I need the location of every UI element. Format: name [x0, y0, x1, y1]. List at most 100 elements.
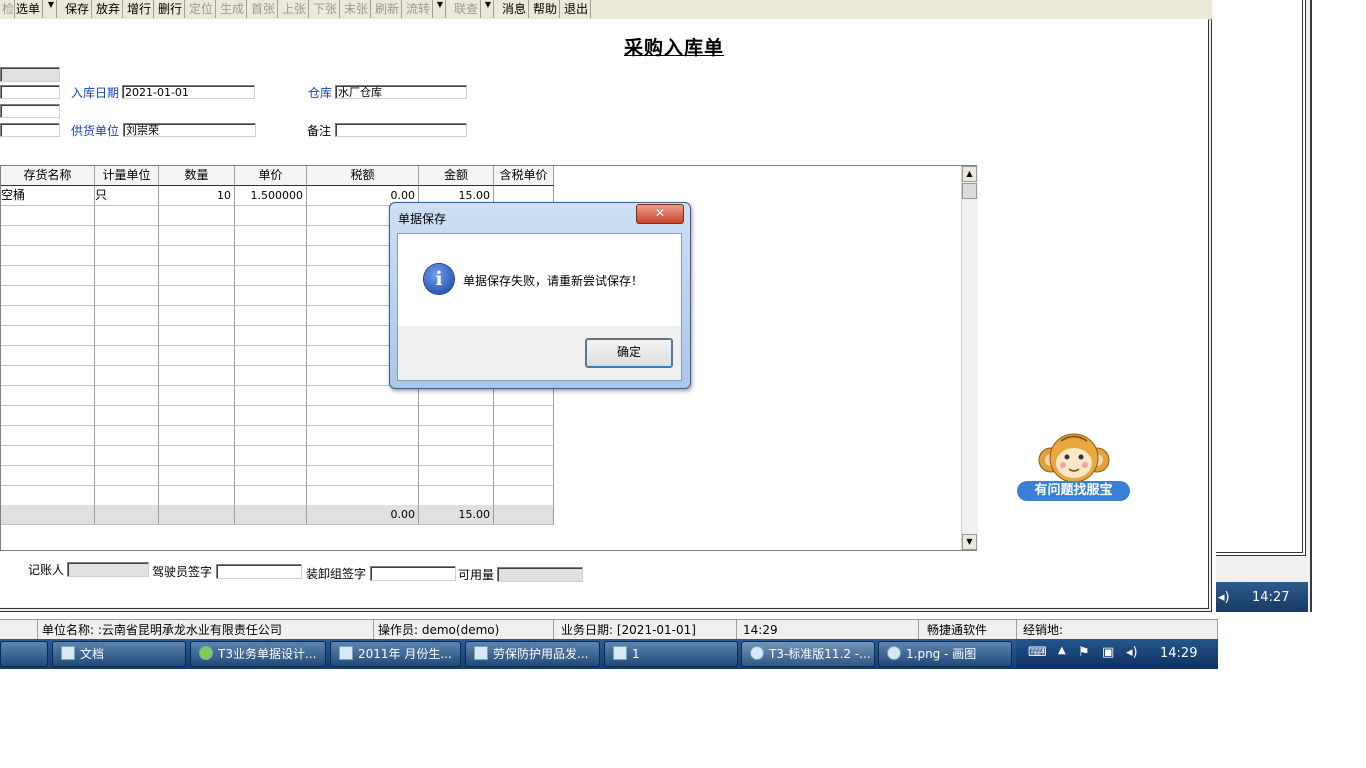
table-cell[interactable] [159, 406, 235, 426]
column-header[interactable]: 税额 [307, 166, 419, 186]
network-icon[interactable]: ▣ [1102, 645, 1114, 660]
table-cell[interactable] [419, 446, 494, 466]
table-cell[interactable] [235, 466, 307, 486]
column-header[interactable]: 含税单价 [494, 166, 554, 186]
table-cell[interactable] [1, 466, 95, 486]
toolbar-first-button[interactable]: 首张 [249, 0, 279, 18]
table-cell[interactable] [1, 326, 95, 346]
table-cell[interactable] [159, 386, 235, 406]
table-cell[interactable]: 只 [95, 186, 159, 206]
scroll-down-icon[interactable]: ▼ [962, 534, 977, 550]
table-cell[interactable] [235, 346, 307, 366]
taskbar-item-labor[interactable]: 劳保防护用品发... [465, 641, 600, 667]
table-cell[interactable] [159, 286, 235, 306]
table-cell[interactable] [95, 246, 159, 266]
toolbar-check-button[interactable]: 检 [0, 0, 15, 18]
table-cell[interactable] [159, 306, 235, 326]
toolbar-message-button[interactable]: 消息 [500, 0, 530, 18]
flag-icon[interactable]: ⚑ [1078, 645, 1090, 660]
table-cell[interactable] [95, 206, 159, 226]
toolbar-discard-button[interactable]: 放弃 [94, 0, 124, 18]
table-cell[interactable] [1, 426, 95, 446]
table-cell[interactable] [307, 446, 419, 466]
taskbar-item-2011[interactable]: 2011年 月份生... [330, 641, 461, 667]
table-cell[interactable] [159, 226, 235, 246]
toolbar-flow-button[interactable]: 流转 [404, 0, 434, 18]
table-cell[interactable] [159, 466, 235, 486]
table-cell[interactable] [95, 466, 159, 486]
table-cell[interactable] [307, 406, 419, 426]
column-header[interactable]: 存货名称 [1, 166, 95, 186]
table-cell[interactable] [419, 406, 494, 426]
table-cell[interactable] [494, 466, 554, 486]
taskbar-clock[interactable]: 14:29 [1160, 646, 1197, 661]
table-cell[interactable]: 10 [159, 186, 235, 206]
toolbar-exit-button[interactable]: 退出 [562, 0, 592, 18]
table-cell[interactable] [1, 226, 95, 246]
table-cell[interactable] [95, 306, 159, 326]
vertical-scrollbar[interactable]: ▲ ▼ [961, 166, 978, 550]
table-cell[interactable] [235, 406, 307, 426]
table-cell[interactable] [159, 366, 235, 386]
table-cell[interactable] [419, 466, 494, 486]
table-cell[interactable] [95, 406, 159, 426]
loader-field[interactable] [370, 566, 456, 581]
table-cell[interactable] [1, 206, 95, 226]
table-cell[interactable] [1, 266, 95, 286]
table-cell[interactable] [95, 226, 159, 246]
toolbar-next-button[interactable]: 下张 [311, 0, 341, 18]
table-cell[interactable] [95, 346, 159, 366]
table-cell[interactable] [95, 446, 159, 466]
toolbar-refresh-button[interactable]: 刷新 [373, 0, 403, 18]
table-cell[interactable] [159, 266, 235, 286]
header-field-1[interactable] [0, 67, 60, 82]
chevron-down-icon[interactable]: ▼ [483, 0, 494, 18]
toolbar-prev-button[interactable]: 上张 [280, 0, 310, 18]
taskbar-item-doc[interactable]: 文档 [52, 641, 186, 667]
table-cell[interactable] [95, 286, 159, 306]
table-cell[interactable] [494, 446, 554, 466]
table-cell[interactable] [1, 446, 95, 466]
table-cell[interactable] [95, 366, 159, 386]
scroll-thumb[interactable] [962, 183, 977, 199]
remark-input[interactable] [335, 123, 467, 137]
taskbar-item-blank[interactable] [0, 641, 48, 667]
toolbar-add-row-button[interactable]: 增行 [125, 0, 155, 18]
warehouse-input[interactable]: 水厂仓库 [335, 85, 467, 99]
column-header[interactable]: 单价 [235, 166, 307, 186]
taskbar-item-t3-standard[interactable]: T3-标准版11.2 -... [741, 641, 875, 667]
close-icon[interactable]: ✕ [636, 204, 684, 224]
header-field-4[interactable] [0, 123, 60, 137]
column-header[interactable]: 计量单位 [95, 166, 159, 186]
taskbar-item-paint[interactable]: 1.png - 画图 [878, 641, 1012, 667]
table-cell[interactable] [235, 286, 307, 306]
chevron-down-icon[interactable]: ▼ [435, 0, 446, 18]
toolbar-delete-row-button[interactable]: 删行 [156, 0, 186, 18]
table-cell[interactable] [1, 246, 95, 266]
table-cell[interactable]: 空桶 [1, 186, 95, 206]
ok-button[interactable]: 确定 [585, 338, 673, 368]
table-cell[interactable] [235, 366, 307, 386]
help-mascot-label[interactable]: 有问题找服宝 [1017, 481, 1130, 501]
table-cell[interactable]: 1.500000 [235, 186, 307, 206]
table-cell[interactable] [235, 446, 307, 466]
table-cell[interactable] [235, 226, 307, 246]
table-cell[interactable] [159, 246, 235, 266]
table-cell[interactable] [95, 426, 159, 446]
header-field-2[interactable] [0, 85, 60, 99]
table-cell[interactable] [235, 326, 307, 346]
table-cell[interactable] [235, 206, 307, 226]
driver-field[interactable] [216, 564, 302, 579]
column-header[interactable]: 金额 [419, 166, 494, 186]
table-cell[interactable] [1, 346, 95, 366]
scroll-up-icon[interactable]: ▲ [962, 166, 977, 182]
table-cell[interactable] [494, 386, 554, 406]
table-cell[interactable] [95, 486, 159, 506]
volume-icon[interactable]: ◂) [1126, 645, 1138, 660]
table-cell[interactable] [494, 486, 554, 506]
table-cell[interactable] [95, 266, 159, 286]
table-cell[interactable] [235, 486, 307, 506]
table-cell[interactable] [1, 406, 95, 426]
header-field-3[interactable] [0, 104, 60, 118]
table-cell[interactable] [159, 486, 235, 506]
